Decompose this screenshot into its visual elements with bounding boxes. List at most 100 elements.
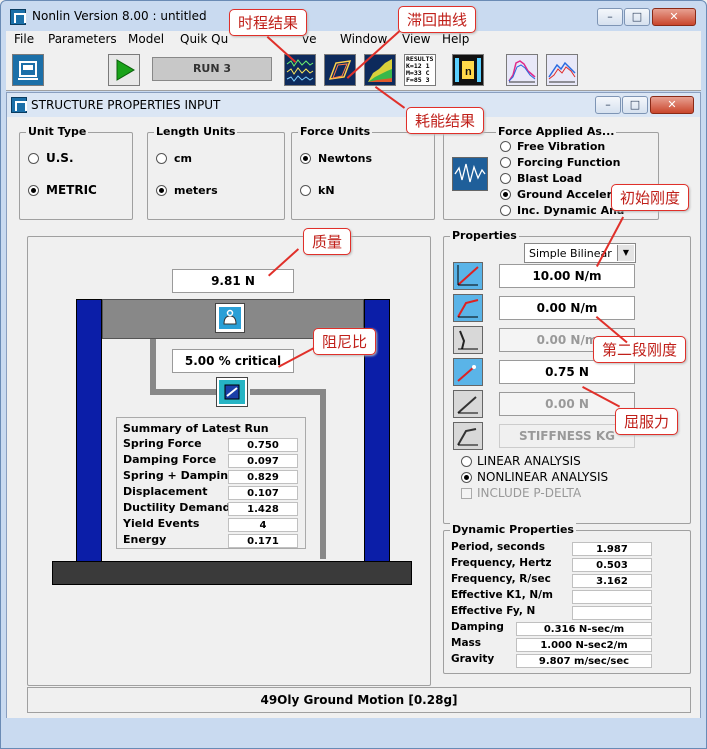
dynamic-value xyxy=(572,590,652,604)
dynamic-label: Mass xyxy=(451,637,482,649)
spectrum-icon[interactable] xyxy=(506,54,538,86)
left-column xyxy=(76,299,102,569)
force-applied-legend: Force Applied As... xyxy=(496,125,617,138)
yield-force-icon[interactable] xyxy=(453,358,483,386)
dynamic-label: Gravity xyxy=(451,653,495,665)
length-cm-label: cm xyxy=(174,152,192,165)
third-stiffness-icon[interactable] xyxy=(453,326,483,354)
initial-stiffness-icon[interactable] xyxy=(453,262,483,290)
forcing-function-label: Forcing Function xyxy=(517,156,621,169)
summary-label: Damping Force xyxy=(123,453,217,466)
dynamic-label: Frequency, R/sec xyxy=(451,573,551,585)
results-icon-label: RESULTS xyxy=(406,55,434,63)
force-newtons-radio[interactable] xyxy=(300,153,311,164)
menu-help[interactable]: Help xyxy=(442,32,469,46)
inner-window-title: STRUCTURE PROPERTIES INPUT xyxy=(31,98,221,112)
results-icon[interactable]: RESULTS K=12 1 M=33 C F=85 3 xyxy=(404,54,436,86)
callout-damping: 阻尼比 xyxy=(313,328,377,355)
force-newtons-label: Newtons xyxy=(318,152,373,165)
inner-close-button[interactable]: ✕ xyxy=(650,96,694,114)
initial-stiffness-field[interactable]: 10.00 N/m xyxy=(499,264,635,288)
maximize-button[interactable]: □ xyxy=(624,8,650,26)
damper-link-h xyxy=(150,389,224,395)
title-bar: Nonlin Version 8.00 : untitled – □ ✕ xyxy=(4,4,703,30)
yield-force-field[interactable]: 0.75 N xyxy=(499,360,635,384)
forcing-function-radio[interactable] xyxy=(500,157,511,168)
pdelta-checkbox[interactable] xyxy=(461,488,472,499)
app-icon xyxy=(10,9,26,25)
blast-load-radio[interactable] xyxy=(500,173,511,184)
hysteresis-icon[interactable] xyxy=(324,54,356,86)
damper-link-h2 xyxy=(250,389,326,395)
summary-label: Spring Force xyxy=(123,437,202,450)
summary-value: 1.428 xyxy=(228,502,298,516)
close-button[interactable]: ✕ xyxy=(652,8,696,26)
menu-parameters[interactable]: Parameters xyxy=(48,32,117,46)
model-type-select[interactable]: Simple Bilinear ▼ xyxy=(524,243,636,263)
length-units-legend: Length Units xyxy=(154,125,238,138)
second-stiffness-field[interactable]: 0.00 N/m xyxy=(499,296,635,320)
ground-motion-icon[interactable] xyxy=(452,157,488,191)
summary-value: 0.829 xyxy=(228,470,298,484)
length-cm-radio[interactable] xyxy=(156,153,167,164)
callout-hysteresis: 滞回曲线 xyxy=(398,6,477,33)
inc-dynamic-analysis-radio[interactable] xyxy=(500,205,511,216)
unit-metric-label: METRIC xyxy=(46,183,97,197)
menu-quik[interactable]: Quik Qu xyxy=(180,32,228,46)
summary-title: Summary of Latest Run xyxy=(123,422,269,435)
force-kn-radio[interactable] xyxy=(300,185,311,196)
inner-maximize-button[interactable]: □ xyxy=(622,96,648,114)
dynamic-value: 1.000 N-sec2/m xyxy=(516,638,652,652)
unit-us-label: U.S. xyxy=(46,151,74,165)
callout-second-stiffness: 第二段刚度 xyxy=(593,336,687,363)
damper-icon[interactable] xyxy=(216,377,248,407)
mass-field[interactable]: 9.81 N xyxy=(172,269,294,293)
second-stiffness-icon[interactable] xyxy=(453,294,483,322)
damping-field[interactable]: 5.00 % critical xyxy=(172,349,294,373)
linear-analysis-radio[interactable] xyxy=(461,456,472,467)
menu-window[interactable]: Window xyxy=(340,32,387,46)
callout-energy: 耗能结果 xyxy=(406,107,485,134)
callout-yield-force: 屈服力 xyxy=(615,408,679,435)
fourth-property-icon[interactable] xyxy=(453,390,483,418)
damper-link-left xyxy=(150,339,156,395)
run-counter: RUN 3 xyxy=(152,57,272,81)
structure-icon[interactable] xyxy=(12,54,44,86)
minimize-button[interactable]: – xyxy=(597,8,623,26)
summary-label: Ductility Demand xyxy=(123,501,231,514)
ground-acceleration-radio[interactable] xyxy=(500,189,511,200)
dynamic-label: Frequency, Hertz xyxy=(451,557,552,569)
callout-mass: 质量 xyxy=(303,228,352,255)
time-history-icon[interactable] xyxy=(284,54,316,86)
movie-icon[interactable]: n xyxy=(452,54,484,86)
length-meters-radio[interactable] xyxy=(156,185,167,196)
menu-view[interactable]: View xyxy=(402,32,430,46)
inner-minimize-button[interactable]: – xyxy=(595,96,621,114)
free-vibration-radio[interactable] xyxy=(500,141,511,152)
nonlinear-analysis-radio[interactable] xyxy=(461,472,472,483)
stiffness-kg-icon[interactable] xyxy=(453,422,483,450)
summary-label: Energy xyxy=(123,533,167,546)
inner-app-icon xyxy=(11,97,27,113)
pdelta-label: INCLUDE P-DELTA xyxy=(477,486,582,500)
status-ground-motion: 49Oly Ground Motion [0.28g] xyxy=(27,687,691,713)
summary-value: 0.171 xyxy=(228,534,298,548)
dynamic-label: Damping xyxy=(451,621,504,633)
chevron-down-icon: ▼ xyxy=(617,245,634,261)
vibration-icon[interactable] xyxy=(546,54,578,86)
summary-value: 0.107 xyxy=(228,486,298,500)
menu-file[interactable]: File xyxy=(14,32,34,46)
summary-label: Spring + Damping xyxy=(123,469,236,482)
base-slab xyxy=(52,561,412,585)
run-play-icon[interactable] xyxy=(108,54,140,86)
dynamic-value: 0.503 xyxy=(572,558,652,572)
dynamic-value: 9.807 m/sec/sec xyxy=(516,654,652,668)
dynamic-label: Effective K1, N/m xyxy=(451,589,553,601)
unit-us-radio[interactable] xyxy=(28,153,39,164)
inner-title-bar: STRUCTURE PROPERTIES INPUT – □ ✕ xyxy=(7,93,700,117)
unit-metric-radio[interactable] xyxy=(28,185,39,196)
unit-type-legend: Unit Type xyxy=(26,125,89,138)
mass-icon[interactable] xyxy=(215,303,245,333)
menu-model[interactable]: Model xyxy=(128,32,164,46)
callout-initial-stiffness: 初始刚度 xyxy=(611,184,690,211)
